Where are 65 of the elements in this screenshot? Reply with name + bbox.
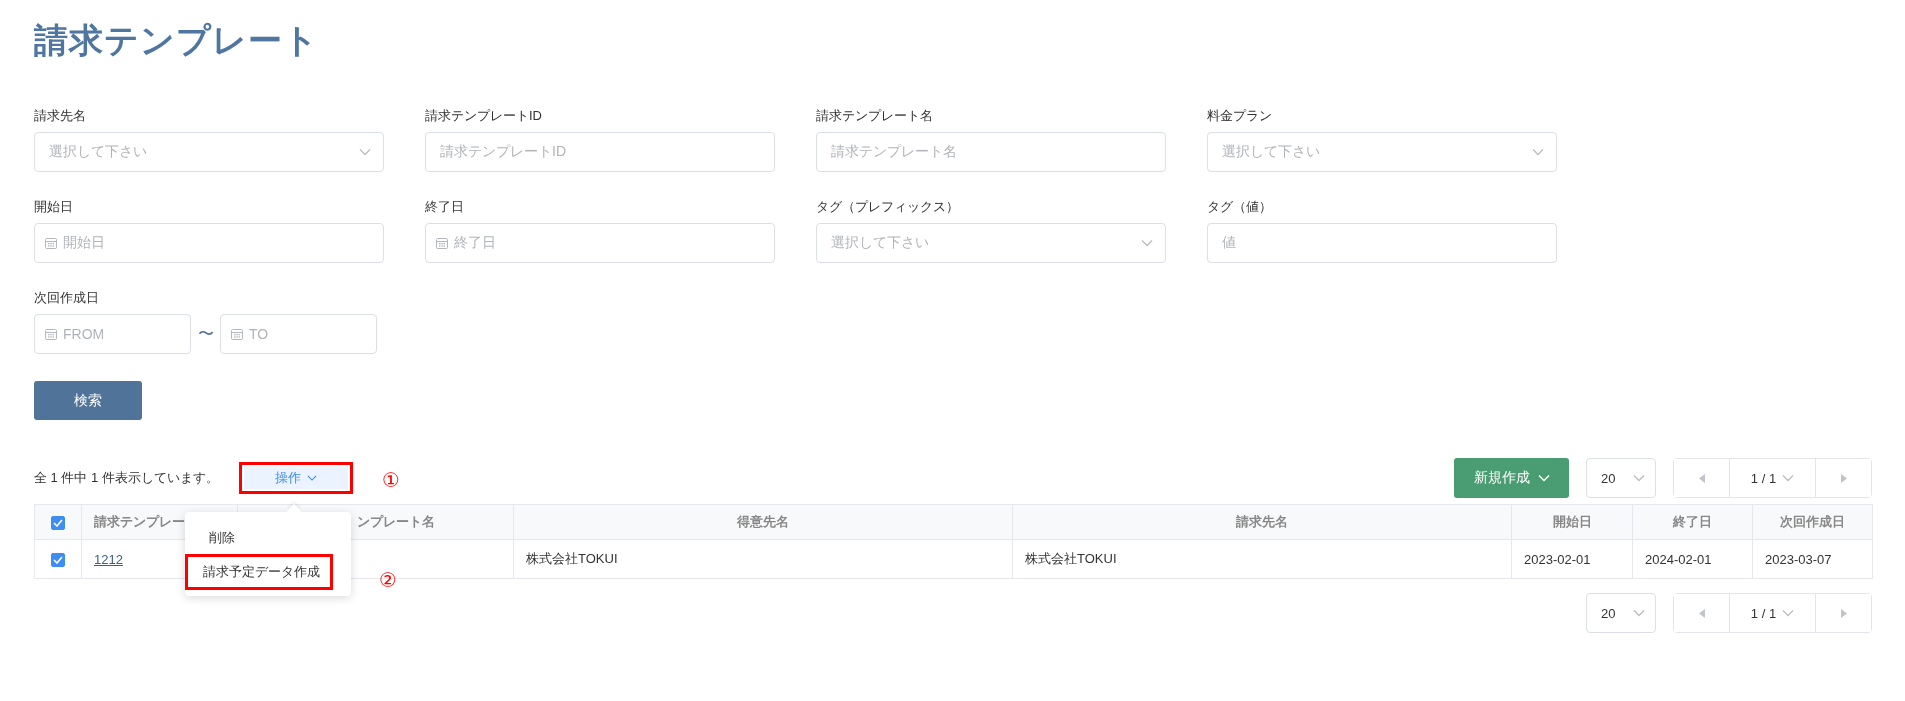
triangle-left-icon (1698, 608, 1705, 618)
column-header: 次回作成日 (1780, 514, 1845, 529)
column-header: 終了日 (1673, 514, 1712, 529)
column-header: 請求テンプレー (94, 514, 185, 529)
menu-item[interactable]: 削除 (188, 522, 347, 554)
annotation-number: ② (378, 568, 397, 592)
chevron-down-icon (359, 148, 371, 156)
page-title: 請求テンプレート (34, 20, 320, 61)
field-label: 料金プラン (1207, 108, 1272, 124)
date-field[interactable]: 終了日 (425, 223, 775, 263)
triangle-right-icon (1840, 473, 1847, 483)
field-label: 請求テンプレート名 (816, 108, 933, 124)
table-cell: 株式会社TOKUI (1025, 551, 1117, 566)
page-select[interactable]: 1 / 1 (1729, 594, 1816, 632)
triangle-right-icon (1840, 608, 1847, 618)
select-field[interactable]: 選択して下さい (34, 132, 384, 172)
date-field[interactable]: FROM (34, 314, 191, 354)
field-label: タグ（値） (1207, 199, 1272, 215)
field-label: 終了日 (425, 199, 464, 215)
chevron-down-icon (1633, 609, 1645, 617)
chevron-down-icon (1633, 474, 1645, 482)
field-label: 請求テンプレートID (425, 108, 542, 124)
table-cell: 株式会社TOKUI (526, 551, 618, 566)
page-size-select[interactable]: 20 (1586, 593, 1656, 633)
field-label: 開始日 (34, 199, 73, 215)
checkbox[interactable] (51, 515, 65, 530)
column-header: 請求先名 (1236, 514, 1288, 529)
template-id-link[interactable]: 1212 (94, 551, 123, 567)
column-header: ンプレート名 (357, 514, 435, 529)
checkbox[interactable] (51, 552, 65, 567)
column-header: 得意先名 (737, 514, 789, 529)
chevron-down-icon (1782, 609, 1795, 617)
chevron-down-icon (1532, 148, 1544, 156)
calendar-icon (436, 237, 448, 249)
date-field[interactable]: TO (220, 314, 377, 354)
actions-button[interactable]: 操作 (238, 462, 353, 494)
table-cell: 2024-02-01 (1645, 551, 1712, 567)
input-field[interactable]: 請求テンプレートID (425, 132, 775, 172)
calendar-icon (231, 328, 243, 340)
menu-item[interactable]: 請求予定データ作成 (186, 556, 331, 588)
chevron-down-icon (1141, 239, 1153, 247)
search-button[interactable]: 検索 (34, 381, 142, 420)
page-select[interactable]: 1 / 1 (1729, 459, 1816, 497)
input-field[interactable]: 値 (1207, 223, 1557, 263)
chevron-down-icon (306, 474, 317, 482)
column-header: 開始日 (1552, 514, 1592, 529)
result-count: 全 1 件中 1 件表示しています。 (34, 469, 219, 487)
triangle-left-icon (1698, 473, 1705, 483)
calendar-icon (45, 237, 57, 249)
page-size-select[interactable]: 20 (1586, 458, 1656, 498)
chevron-down-icon (1537, 474, 1550, 482)
field-label: 請求先名 (34, 108, 86, 124)
chevron-down-icon (1782, 474, 1795, 482)
annotation-number: ① (381, 468, 400, 492)
field-label: タグ（プレフィックス） (816, 199, 959, 215)
table-cell: 2023-03-07 (1765, 551, 1832, 567)
field-label: 次回作成日 (34, 290, 99, 306)
range-separator: 〜 (196, 323, 215, 344)
select-field[interactable]: 選択して下さい (1207, 132, 1557, 172)
table-cell: 2023-02-01 (1524, 551, 1591, 567)
date-field[interactable]: 開始日 (34, 223, 384, 263)
input-field[interactable]: 請求テンプレート名 (816, 132, 1166, 172)
new-button[interactable]: 新規作成 (1454, 458, 1569, 498)
select-field[interactable]: 選択して下さい (816, 223, 1166, 263)
calendar-icon (45, 328, 57, 340)
